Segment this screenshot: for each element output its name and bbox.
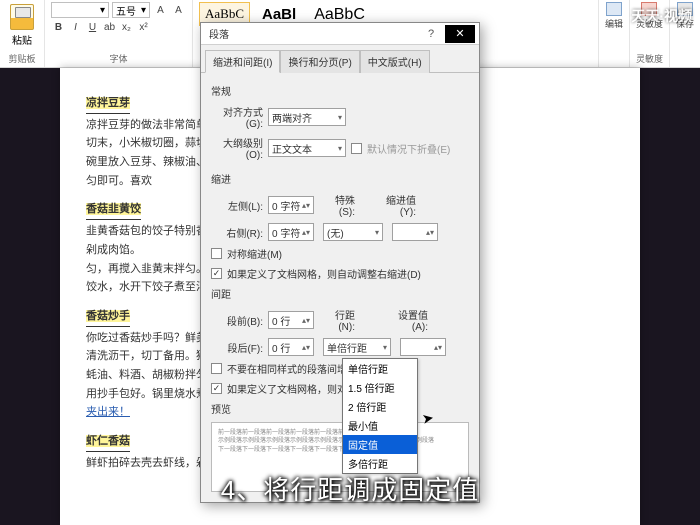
save-button[interactable]: 保存 bbox=[676, 2, 694, 30]
section-spacing: 间距 bbox=[211, 286, 469, 301]
sens-group-label: 灵敏度 bbox=[636, 50, 663, 65]
special-select[interactable]: (无)▾ bbox=[323, 223, 383, 241]
special-value: (无) bbox=[327, 225, 344, 240]
italic-button[interactable]: I bbox=[68, 20, 83, 35]
dropdown-option-exactly[interactable]: 固定值 bbox=[343, 435, 417, 454]
setat-spinner[interactable]: ▴▾ bbox=[400, 338, 446, 356]
style-preview-2: AaBl bbox=[262, 6, 296, 23]
save-group: 保存 bbox=[670, 0, 700, 67]
dialog-title: 段落 bbox=[209, 26, 229, 41]
bold-button[interactable]: B bbox=[51, 20, 66, 35]
save-label: 保存 bbox=[676, 17, 694, 30]
no-space-checkbox[interactable] bbox=[211, 363, 222, 374]
dialog-tabs: 缩进和间距(I) 换行和分页(P) 中文版式(H) bbox=[201, 45, 479, 73]
grow-font-icon[interactable]: A bbox=[153, 3, 168, 18]
paste-label: 粘贴 bbox=[12, 32, 32, 47]
doc-heading-4: 虾仁香菇 bbox=[86, 435, 130, 447]
collapse-checkbox[interactable] bbox=[351, 143, 362, 154]
auto-space-checkbox[interactable]: ✓ bbox=[211, 383, 222, 394]
clipboard-icon bbox=[10, 4, 34, 30]
doc-heading-2: 香菇韭黄饺 bbox=[86, 203, 141, 215]
dialog-titlebar[interactable]: 段落 ? ✕ bbox=[201, 23, 479, 45]
line-spacing-select[interactable]: 单倍行距▾ bbox=[323, 338, 391, 356]
collapse-label: 默认情况下折叠(E) bbox=[367, 141, 450, 156]
paste-button[interactable]: 粘贴 bbox=[6, 2, 38, 49]
clipboard-group: 粘贴 剪贴板 bbox=[0, 0, 45, 67]
help-button[interactable]: ? bbox=[417, 25, 445, 43]
font-size-select[interactable]: 五号▾ bbox=[112, 2, 150, 18]
sens-button[interactable]: 灵敏度 bbox=[636, 2, 663, 30]
space-before-value: 0 行 bbox=[272, 313, 290, 328]
alignment-label: 对齐方式(G): bbox=[211, 104, 263, 130]
auto-indent-label: 如果定义了文档网格，则自动调整右缩进(D) bbox=[227, 266, 421, 281]
indent-left-spinner[interactable]: 0 字符▴▾ bbox=[268, 196, 314, 214]
space-after-value: 0 行 bbox=[272, 340, 290, 355]
find-icon bbox=[606, 2, 622, 16]
outline-select[interactable]: 正文文本▾ bbox=[268, 139, 346, 157]
indent-right-value: 0 字符 bbox=[272, 225, 300, 240]
space-after-label: 段后(F): bbox=[211, 340, 263, 355]
setat-label: 设置值(A): bbox=[386, 307, 428, 333]
dropdown-option-single[interactable]: 单倍行距 bbox=[343, 359, 417, 378]
tab-indent-spacing[interactable]: 缩进和间距(I) bbox=[205, 50, 280, 73]
special-label: 特殊(S): bbox=[319, 192, 355, 218]
sens-label: 灵敏度 bbox=[636, 17, 663, 30]
outline-value: 正文文本 bbox=[272, 141, 312, 156]
edit-label: 编辑 bbox=[605, 17, 623, 30]
mirror-checkbox[interactable] bbox=[211, 248, 222, 259]
space-after-spinner[interactable]: 0 行▴▾ bbox=[268, 338, 314, 356]
indent-right-spinner[interactable]: 0 字符▴▾ bbox=[268, 223, 314, 241]
font-group-label: 字体 bbox=[51, 50, 186, 65]
font-size-value: 五号 bbox=[116, 3, 136, 18]
folder-icon bbox=[677, 2, 693, 16]
sens-icon bbox=[641, 2, 657, 16]
tab-line-page-breaks[interactable]: 换行和分页(P) bbox=[280, 50, 359, 73]
paragraph-dialog: 段落 ? ✕ 缩进和间距(I) 换行和分页(P) 中文版式(H) 常规 对齐方式… bbox=[200, 22, 480, 503]
outline-label: 大纲级别(O): bbox=[211, 135, 263, 161]
alignment-value: 两端对齐 bbox=[272, 110, 312, 125]
strike-button[interactable]: ab bbox=[102, 20, 117, 35]
dropdown-option-1-5[interactable]: 1.5 倍行距 bbox=[343, 378, 417, 397]
indent-right-label: 右侧(R): bbox=[211, 225, 263, 240]
auto-indent-checkbox[interactable]: ✓ bbox=[211, 268, 222, 279]
dialog-body: 常规 对齐方式(G): 两端对齐▾ 大纲级别(O): 正文文本▾ 默认情况下折叠… bbox=[201, 73, 479, 502]
sens-group: 灵敏度 灵敏度 bbox=[630, 0, 670, 67]
style-preview-1: AaBbC bbox=[205, 6, 244, 22]
edit-group: 编辑 bbox=[599, 0, 630, 67]
doc-heading-3: 香菇炒手 bbox=[86, 310, 130, 322]
preview-area: 前一段落前一段落前一段落前一段落前一段落前一段落前一段落前一段落示例段落示例段落… bbox=[211, 422, 469, 492]
indent-left-value: 0 字符 bbox=[272, 198, 300, 213]
clipboard-group-label: 剪贴板 bbox=[6, 50, 38, 65]
sup-button[interactable]: x² bbox=[136, 20, 151, 35]
underline-button[interactable]: U bbox=[85, 20, 100, 35]
indent-value-spinner[interactable]: ▴▾ bbox=[392, 223, 438, 241]
close-button[interactable]: ✕ bbox=[445, 25, 475, 43]
font-group: ▾ 五号▾ A A B I U ab x₂ x² 字体 bbox=[45, 0, 193, 67]
indent-value-label: 缩进值(Y): bbox=[380, 192, 416, 218]
section-indent: 缩进 bbox=[211, 171, 469, 186]
edit-button[interactable]: 编辑 bbox=[605, 2, 623, 30]
section-preview: 预览 bbox=[211, 401, 469, 416]
dropdown-option-atleast[interactable]: 最小值 bbox=[343, 416, 417, 435]
doc-heading-1: 凉拌豆芽 bbox=[86, 97, 130, 109]
alignment-select[interactable]: 两端对齐▾ bbox=[268, 108, 346, 126]
line-spacing-value: 单倍行距 bbox=[327, 340, 367, 355]
sub-button[interactable]: x₂ bbox=[119, 20, 134, 35]
shrink-font-icon[interactable]: A bbox=[171, 3, 186, 18]
tab-asian-typography[interactable]: 中文版式(H) bbox=[360, 50, 430, 73]
dropdown-option-double[interactable]: 2 倍行距 bbox=[343, 397, 417, 416]
space-before-spinner[interactable]: 0 行▴▾ bbox=[268, 311, 314, 329]
mirror-label: 对称缩进(M) bbox=[227, 246, 282, 261]
font-name-select[interactable]: ▾ bbox=[51, 2, 109, 18]
line-spacing-label: 行距(N): bbox=[319, 307, 355, 333]
dropdown-option-multiple[interactable]: 多倍行距 bbox=[343, 454, 417, 473]
section-general: 常规 bbox=[211, 83, 469, 98]
line-spacing-dropdown: 单倍行距 1.5 倍行距 2 倍行距 最小值 固定值 多倍行距 bbox=[342, 358, 418, 474]
indent-left-label: 左侧(L): bbox=[211, 198, 263, 213]
space-before-label: 段前(B): bbox=[211, 313, 263, 328]
